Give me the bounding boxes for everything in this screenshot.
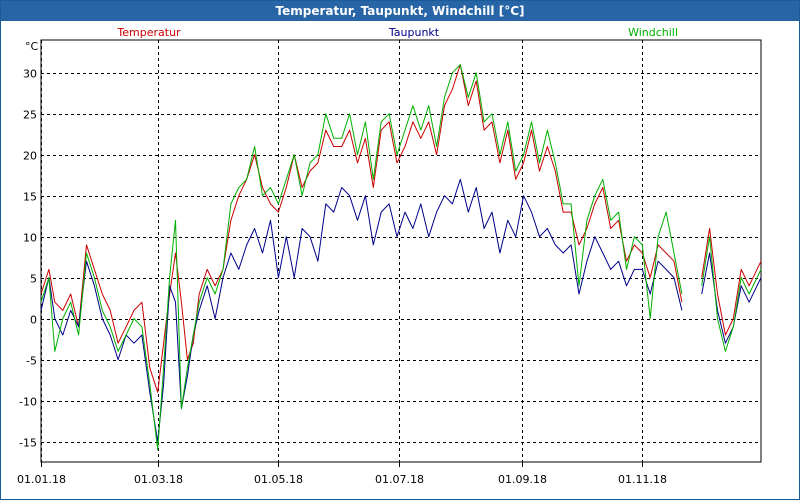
x-tick-label: 01.07.18 — [375, 473, 424, 486]
temperature-chart: -15 -10 -5 0 5 10 15 20 25 30 °C 01.01.18 01.03.18 01… — [17, 26, 762, 486]
y-tick-label: 25 — [23, 109, 37, 122]
y-tick-label: 30 — [23, 68, 37, 81]
y-tick-label: -5 — [26, 355, 37, 368]
x-tick-label: 01.03.18 — [134, 473, 183, 486]
chart-window: Temperatur, Taupunkt, Windchill [°C] -15… — [0, 0, 800, 500]
legend-taupunkt: Taupunkt — [388, 26, 440, 39]
y-tick-label: -15 — [19, 437, 37, 450]
plot-panel: -15 -10 -5 0 5 10 15 20 25 30 °C 01.01.18 01.03.18 01… — [1, 21, 799, 500]
legend-temperatur: Temperatur — [116, 26, 181, 39]
plot-frame — [40, 39, 762, 463]
x-tick-label: 01.11.18 — [618, 473, 667, 486]
legend-windchill: Windchill — [628, 26, 678, 39]
x-tick-label: 01.09.18 — [498, 473, 547, 486]
y-tick-label: 10 — [23, 232, 37, 245]
y-tick-label: 20 — [23, 150, 37, 163]
y-axis-unit-label: °C — [25, 40, 39, 53]
y-tick-label: 5 — [30, 273, 37, 286]
x-tick-label: 01.01.18 — [17, 473, 66, 486]
x-tick-label: 01.05.18 — [254, 473, 303, 486]
window-title: Temperatur, Taupunkt, Windchill [°C] — [1, 1, 799, 21]
y-tick-label: 0 — [30, 314, 37, 327]
y-tick-label: -10 — [19, 396, 37, 409]
y-tick-label: 15 — [23, 191, 37, 204]
